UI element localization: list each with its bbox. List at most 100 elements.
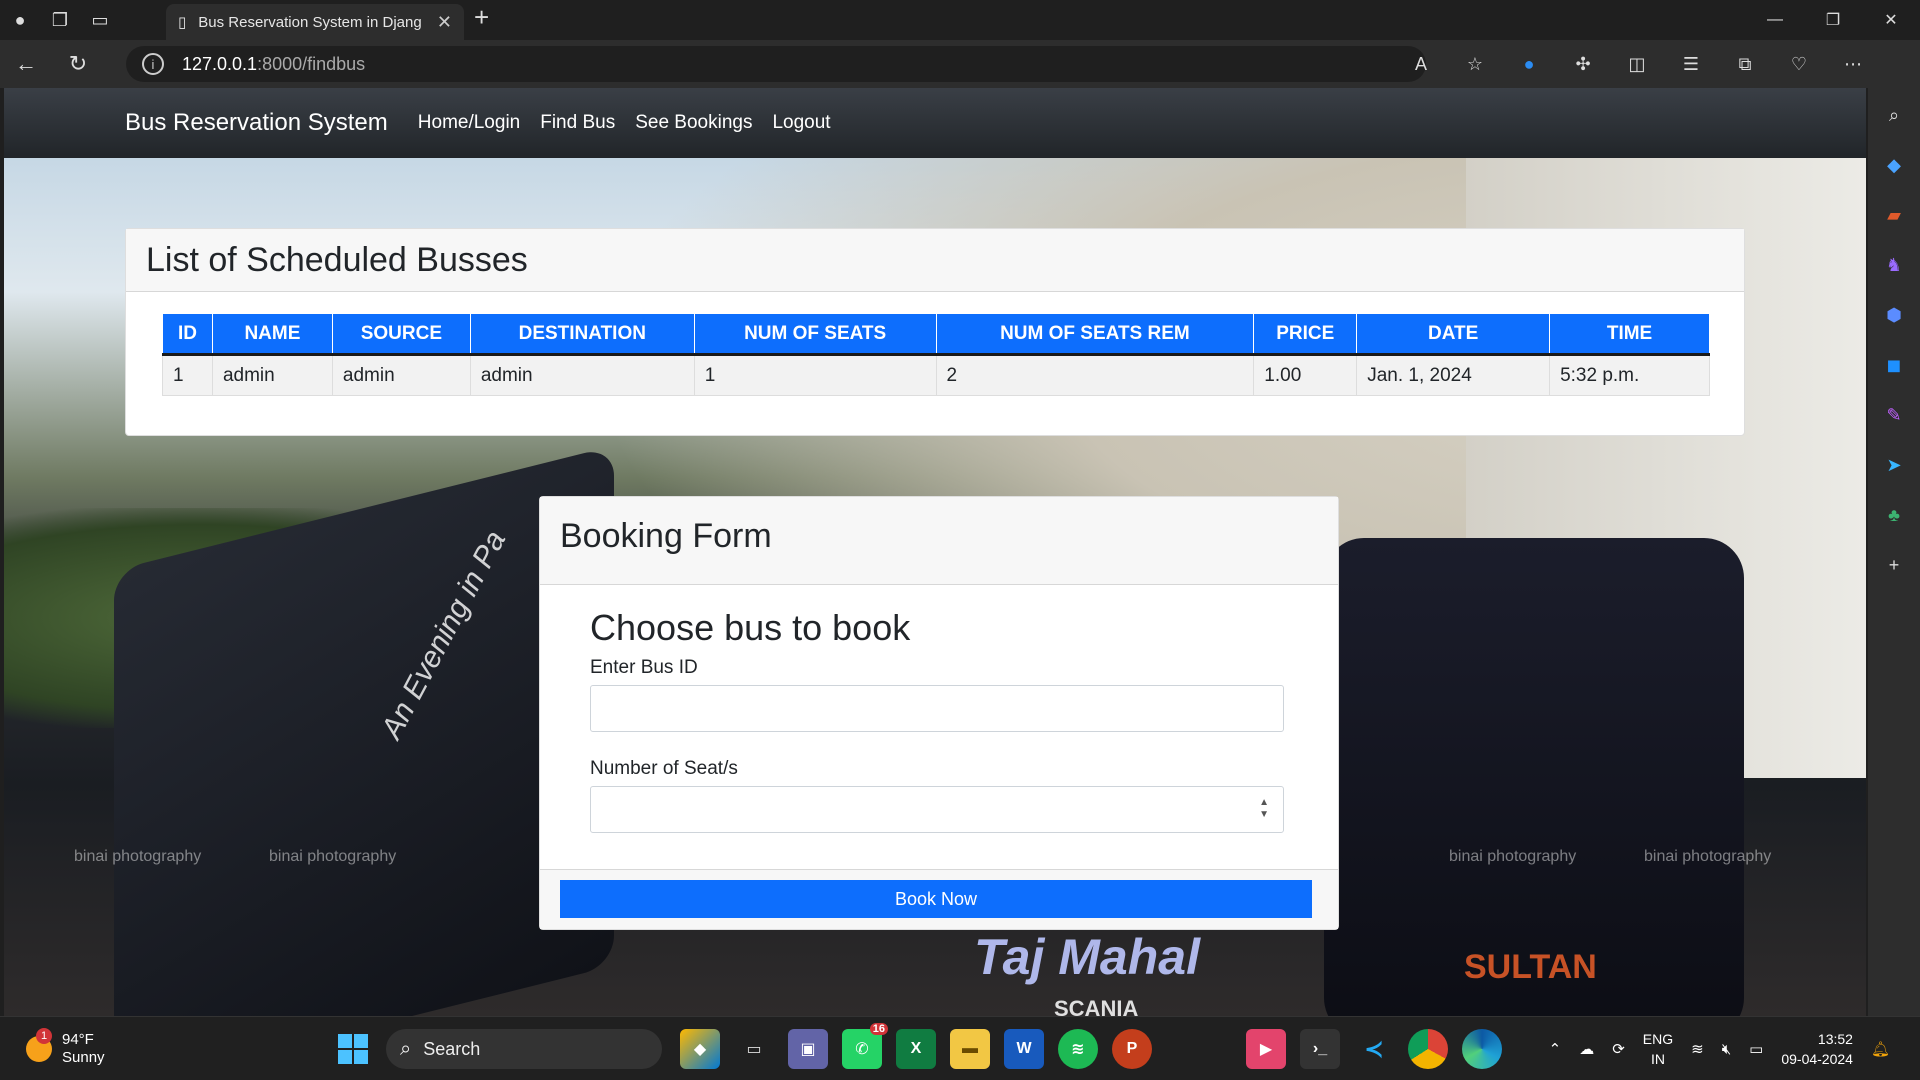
restore-icon[interactable]: ❐ — [1804, 0, 1862, 40]
sidebar-designer-icon[interactable]: ✎ — [1879, 400, 1909, 430]
vscode-icon[interactable]: ≺ — [1354, 1029, 1394, 1069]
profile-icon[interactable]: ● — [0, 0, 40, 40]
extensions-icon[interactable]: ✣ — [1556, 54, 1610, 75]
close-window-icon[interactable]: ✕ — [1862, 0, 1920, 40]
column-header: DATE — [1356, 313, 1551, 356]
sidebar-copilot-icon[interactable]: ⬢ — [1879, 300, 1909, 330]
nav-home-login[interactable]: Home/Login — [418, 112, 520, 134]
word-icon[interactable]: W — [1004, 1029, 1044, 1069]
lang-top: ENG — [1642, 1031, 1674, 1047]
refresh-icon[interactable]: ↻ — [52, 40, 104, 88]
page-icon: ▯ — [178, 14, 187, 31]
watermark: binai photography — [1644, 848, 1772, 865]
chrome-icon[interactable] — [1408, 1029, 1448, 1069]
taskbar-search[interactable]: ⌕ Search — [386, 1029, 662, 1069]
book-now-button[interactable]: Book Now — [560, 880, 1312, 918]
collections-icon[interactable]: ⧉ — [1718, 54, 1772, 75]
column-header: TIME — [1549, 313, 1710, 356]
number-spinner-icon[interactable]: ▲ ▼ — [1259, 797, 1269, 821]
start-icon[interactable] — [338, 1034, 368, 1064]
nav-logout[interactable]: Logout — [772, 112, 830, 134]
column-header: PRICE — [1253, 313, 1358, 356]
search-icon: ⌕ — [400, 1037, 412, 1060]
url-host: 127.0.0.1 — [182, 53, 258, 74]
bus-id-label: Enter Bus ID — [590, 657, 698, 678]
weather-widget[interactable]: 1 94°F Sunny — [26, 1028, 105, 1067]
seats-label: Number of Seat/s — [590, 758, 738, 779]
task-view-icon[interactable]: ▭ — [734, 1029, 774, 1069]
split-screen-icon[interactable]: ◫ — [1610, 54, 1664, 75]
nav-see-bookings[interactable]: See Bookings — [635, 112, 752, 134]
weather-temp: 94°F — [62, 1031, 94, 1048]
spotify-icon[interactable]: ≋ — [1058, 1029, 1098, 1069]
sidebar-send-icon[interactable]: ➤ — [1879, 450, 1909, 480]
browser-tab[interactable]: ▯ Bus Reservation System in Djang ✕ — [166, 4, 464, 40]
extension-blue-icon[interactable]: ● — [1502, 54, 1556, 75]
tray-overflow-icon[interactable]: ⌃ — [1549, 1040, 1562, 1058]
whatsapp-icon[interactable]: ✆ 16 — [842, 1023, 888, 1069]
weather-desc: Sunny — [62, 1049, 105, 1066]
sidebar-add-icon[interactable]: + — [1879, 550, 1909, 580]
sidebar-search-icon[interactable]: ⌕ — [1879, 100, 1909, 130]
sidebar-games-icon[interactable]: ♞ — [1879, 250, 1909, 280]
bus-text-sultan: SULTAN — [1464, 948, 1597, 986]
notifications-icon[interactable]: 🔔︎ — [1871, 1040, 1890, 1058]
browser-tabbar: ● ❐ ▭ ▯ Bus Reservation System in Djang … — [0, 0, 1920, 40]
booking-form-header: Booking Form — [540, 497, 1338, 585]
performance-icon[interactable]: ♡ — [1772, 54, 1826, 75]
column-header: SOURCE — [331, 313, 471, 356]
powerpoint-icon[interactable]: P — [1112, 1029, 1152, 1069]
new-tab-icon[interactable]: + — [474, 2, 489, 33]
minimize-icon[interactable]: — — [1746, 0, 1804, 40]
onedrive-icon[interactable]: ☁ — [1579, 1040, 1594, 1058]
wifi-icon[interactable]: ≋ — [1691, 1040, 1704, 1058]
edge-sidebar: ⌕ ◆ ▰ ♞ ⬢ ◼ ✎ ➤ ♣ + — [1868, 88, 1920, 1016]
favorite-star-icon[interactable]: ☆ — [1448, 54, 1502, 75]
sync-icon[interactable]: ⟳ — [1612, 1040, 1625, 1058]
clipchamp-icon[interactable]: ▶ — [1246, 1029, 1286, 1069]
copilot-app-icon[interactable]: ◆ — [680, 1029, 720, 1069]
sidebar-shopping-icon[interactable]: ◆ — [1879, 150, 1909, 180]
site-navbar: Bus Reservation System Home/Login Find B… — [4, 88, 1866, 158]
cell-date: Jan. 1, 2024 — [1356, 354, 1551, 396]
cell-destination: admin — [469, 354, 695, 396]
excel-icon[interactable]: X — [896, 1029, 936, 1069]
bus-id-input[interactable] — [590, 685, 1284, 732]
watermark: binai photography — [1449, 848, 1577, 865]
edge-icon[interactable] — [1462, 1029, 1502, 1069]
cell-price: 1.00 — [1253, 354, 1358, 396]
cell-time: 5:32 p.m. — [1549, 354, 1710, 396]
site-info-icon[interactable]: i — [142, 53, 164, 75]
sidebar-tree-icon[interactable]: ♣ — [1879, 500, 1909, 530]
read-aloud-icon[interactable]: A — [1394, 54, 1448, 75]
back-icon[interactable]: ← — [0, 40, 52, 88]
search-label: Search — [423, 1038, 481, 1059]
booking-form-footer: Book Now — [540, 869, 1338, 929]
volume-muted-icon[interactable]: 🔇︎ — [1722, 1041, 1731, 1058]
teams-icon[interactable]: ▣ — [788, 1029, 828, 1069]
clock[interactable]: 13:52 09-04-2024 — [1781, 1029, 1853, 1069]
seats-number-input[interactable]: ▲ ▼ — [590, 786, 1284, 833]
sidebar-outlook-icon[interactable]: ◼ — [1879, 350, 1909, 380]
url-field[interactable]: i 127.0.0.1:8000/findbus — [126, 46, 1426, 82]
clock-date: 09-04-2024 — [1781, 1051, 1853, 1067]
workspaces-icon[interactable]: ❐ — [40, 0, 80, 40]
more-icon[interactable]: ⋯ — [1826, 54, 1880, 75]
close-tab-icon[interactable]: ✕ — [437, 12, 452, 33]
sidebar-tools-icon[interactable]: ▰ — [1879, 200, 1909, 230]
navbar-brand[interactable]: Bus Reservation System — [125, 109, 388, 137]
favorites-icon[interactable]: ☰ — [1664, 54, 1718, 75]
bus-text-tajmahal: Taj Mahal — [974, 929, 1200, 985]
system-tray: ⌃ ☁ ⟳ ENG IN ≋ 🔇︎ ▭ 13:52 09-04-2024 🔔︎ — [1549, 1029, 1890, 1069]
booking-form-card: Booking Form Choose bus to book Enter Bu… — [539, 496, 1339, 930]
nav-find-bus[interactable]: Find Bus — [540, 112, 615, 134]
file-explorer-icon[interactable]: ▬ — [950, 1029, 990, 1069]
tab-actions-icon[interactable]: ▭ — [80, 0, 120, 40]
battery-icon[interactable]: ▭ — [1749, 1040, 1763, 1058]
watermark: binai photography — [269, 848, 397, 865]
language-indicator[interactable]: ENG IN — [1643, 1029, 1673, 1069]
cell-name: admin — [211, 354, 333, 396]
bus-list-title: List of Scheduled Busses — [126, 229, 1744, 292]
terminal-icon[interactable]: ›_ — [1300, 1029, 1340, 1069]
cell-source: admin — [331, 354, 471, 396]
